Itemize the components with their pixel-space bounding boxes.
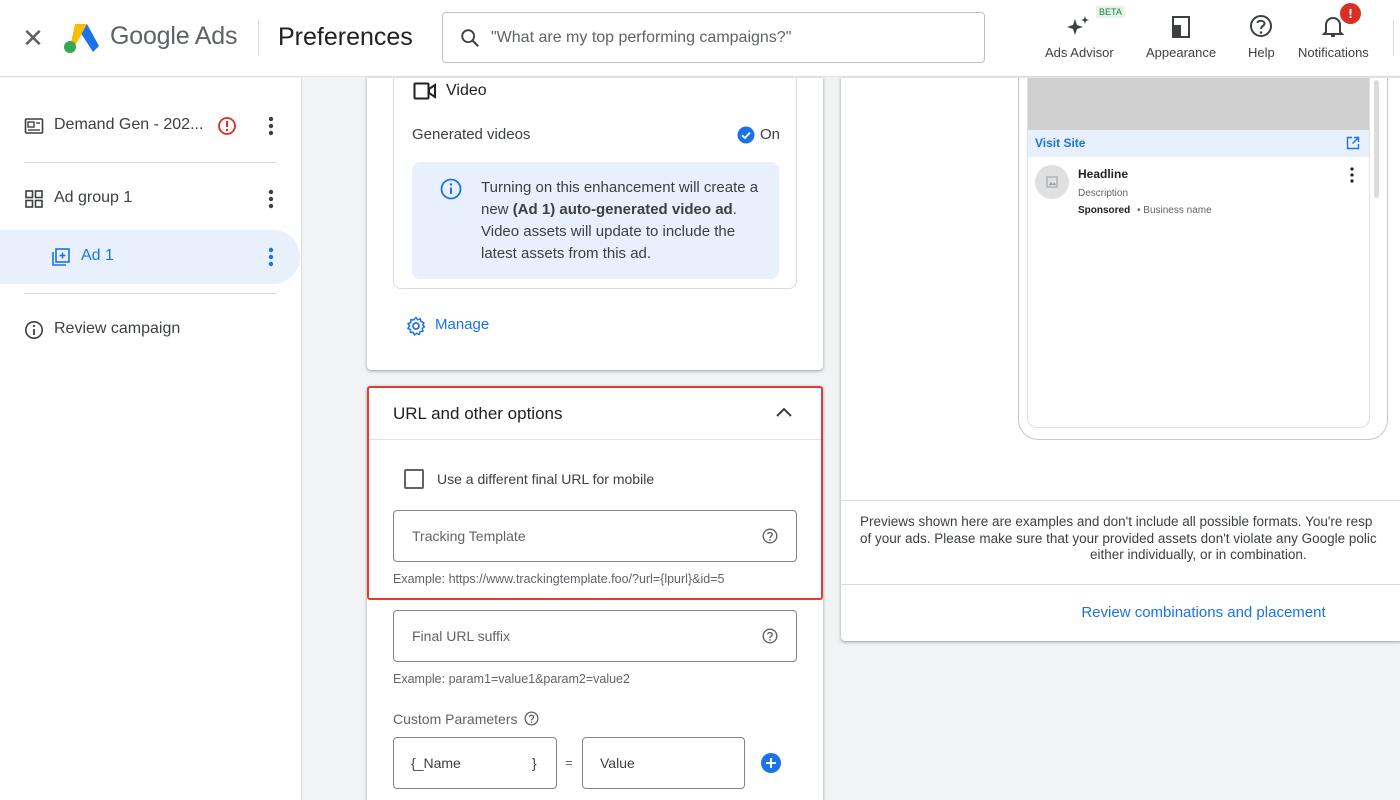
chevron-up-icon[interactable] bbox=[773, 401, 795, 423]
final-url-suffix-field[interactable]: Final URL suffix bbox=[393, 610, 797, 662]
disclaimer-line: Previews shown here are examples and don… bbox=[860, 514, 1373, 529]
preview-disclaimer: Previews shown here are examples and don… bbox=[860, 514, 1400, 564]
open-in-new-icon[interactable] bbox=[1346, 136, 1360, 150]
visit-site-link[interactable]: Visit Site bbox=[1035, 136, 1085, 150]
sidebar-item-review-campaign[interactable]: Review campaign bbox=[0, 303, 300, 357]
close-icon[interactable]: ✕ bbox=[20, 25, 46, 51]
more-options-icon[interactable] bbox=[1346, 166, 1358, 184]
video-icon bbox=[413, 82, 436, 100]
review-link-container: Review combinations and placement bbox=[841, 585, 1400, 641]
divider bbox=[24, 162, 276, 163]
sidebar-item-ad-group[interactable]: Ad group 1 bbox=[0, 172, 300, 226]
ad-headline: Headline bbox=[1078, 167, 1129, 181]
divider bbox=[841, 500, 1400, 501]
gear-icon bbox=[407, 316, 426, 336]
divider bbox=[24, 293, 276, 294]
info-text: Turning on this enhancement will create … bbox=[481, 177, 765, 265]
grid-icon bbox=[25, 190, 43, 208]
manage-label: Manage bbox=[435, 316, 490, 333]
info-icon bbox=[440, 178, 462, 200]
check-circle-icon[interactable] bbox=[737, 126, 755, 144]
param-name-field[interactable]: {_Name } bbox=[393, 737, 557, 789]
page-title: Preferences bbox=[278, 23, 413, 51]
help-button[interactable]: Help bbox=[1248, 8, 1275, 60]
help-icon bbox=[1250, 15, 1273, 37]
generated-videos-label: Generated videos bbox=[412, 126, 531, 143]
business-name: • Business name bbox=[1137, 205, 1212, 216]
appearance-label: Appearance bbox=[1146, 45, 1217, 60]
help-icon[interactable] bbox=[762, 528, 778, 544]
sidebar-item-ad[interactable]: Ad 1 bbox=[0, 230, 300, 284]
brand-name: Google Ads bbox=[110, 22, 238, 50]
error-icon bbox=[218, 117, 236, 135]
sidebar-item-label: Ad group 1 bbox=[54, 189, 133, 206]
search-input[interactable]: "What are my top performing campaigns?" bbox=[442, 12, 985, 63]
sidebar-item-campaign[interactable]: Demand Gen - 202... bbox=[0, 99, 300, 153]
ad-description: Description bbox=[1078, 188, 1129, 199]
mobile-url-checkbox-label: Use a different final URL for mobile bbox=[437, 471, 655, 487]
info-text-bold: (Ad 1) auto-generated video ad bbox=[512, 201, 733, 218]
url-options-title: URL and other options bbox=[393, 404, 563, 423]
param-name-placeholder: {_Name bbox=[411, 755, 461, 771]
appearance-button[interactable]: Appearance bbox=[1146, 8, 1216, 60]
more-options-icon[interactable] bbox=[262, 114, 280, 138]
param-value-placeholder: Value bbox=[600, 755, 635, 771]
campaign-icon bbox=[24, 118, 44, 134]
search-icon bbox=[461, 29, 479, 47]
mobile-url-checkbox[interactable] bbox=[404, 469, 424, 489]
image-icon bbox=[1046, 176, 1058, 188]
divider bbox=[258, 20, 259, 56]
scrollbar[interactable] bbox=[1374, 80, 1379, 198]
help-icon[interactable] bbox=[762, 628, 778, 644]
more-options-icon[interactable] bbox=[262, 245, 280, 269]
google-ads-logo bbox=[64, 24, 99, 53]
beta-badge: BETA bbox=[1096, 6, 1125, 18]
tracking-template-hint: Example: https://www.trackingtemplate.fo… bbox=[393, 572, 725, 586]
info-icon bbox=[25, 321, 43, 339]
sponsored-text: Sponsored bbox=[1078, 205, 1131, 216]
tracking-template-placeholder: Tracking Template bbox=[412, 528, 526, 544]
help-label: Help bbox=[1248, 45, 1275, 60]
sparkle-icon bbox=[1067, 16, 1090, 35]
sidebar-item-label: Review campaign bbox=[54, 320, 181, 337]
sidebar-item-label: Ad 1 bbox=[81, 247, 114, 264]
add-circle-icon[interactable] bbox=[760, 752, 782, 774]
help-icon[interactable] bbox=[524, 711, 539, 726]
final-url-suffix-hint: Example: param1=value1&param2=value2 bbox=[393, 672, 630, 686]
param-value-field[interactable]: Value bbox=[582, 737, 745, 789]
disclaimer-line: of your ads. Please make sure that your … bbox=[860, 530, 1377, 546]
tracking-template-field[interactable]: Tracking Template bbox=[393, 510, 797, 562]
video-title: Video bbox=[446, 82, 487, 99]
custom-parameters-label: Custom Parameters bbox=[393, 711, 518, 727]
more-options-icon[interactable] bbox=[262, 187, 280, 211]
business-name-text: Business name bbox=[1143, 205, 1212, 216]
final-url-suffix-placeholder: Final URL suffix bbox=[412, 628, 511, 644]
equals-sign: = bbox=[565, 755, 573, 770]
param-name-suffix: } bbox=[532, 755, 537, 771]
appearance-icon bbox=[1172, 16, 1191, 38]
disclaimer-line: either individually, or in combination. bbox=[1090, 547, 1307, 562]
sponsored-label: Sponsored bbox=[1078, 205, 1130, 216]
divider bbox=[369, 439, 821, 440]
sidebar-item-label: Demand Gen - 202... bbox=[54, 116, 204, 133]
search-placeholder: "What are my top performing campaigns?" bbox=[491, 29, 792, 46]
review-combinations-link[interactable]: Review combinations and placement bbox=[841, 604, 1400, 621]
top-bar: ✕ Google Ads Preferences "What are my to… bbox=[0, 0, 1400, 77]
notifications-label: Notifications bbox=[1298, 45, 1369, 60]
generated-videos-state: On bbox=[760, 126, 781, 143]
image-placeholder bbox=[1028, 78, 1369, 130]
divider bbox=[1393, 20, 1394, 56]
ad-icon bbox=[52, 248, 70, 266]
ads-advisor-label: Ads Advisor bbox=[1045, 45, 1114, 60]
notification-badge: ! bbox=[1340, 3, 1361, 24]
